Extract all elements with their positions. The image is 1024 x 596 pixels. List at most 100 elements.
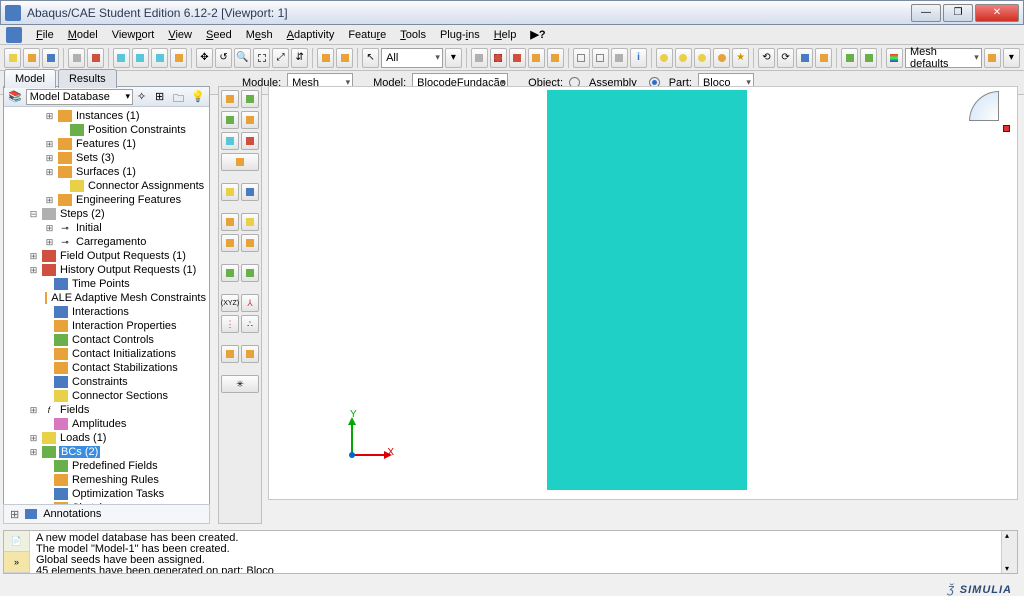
sheet1-button[interactable] bbox=[796, 48, 813, 68]
menu-mesh[interactable]: Mesh bbox=[240, 27, 279, 43]
layer1-button[interactable] bbox=[841, 48, 858, 68]
pal-e2[interactable] bbox=[241, 183, 259, 201]
main-toolbar: ✥ ↺ 🔍 ⤢ ⇵ ↖ All ▾ i ★ ⟲ ⟳ Mesh defaults … bbox=[0, 45, 1024, 71]
pal-c1[interactable] bbox=[221, 132, 239, 150]
tree-collapse-icon[interactable]: ⊞ bbox=[155, 90, 169, 104]
tree-tip-icon[interactable]: 💡 bbox=[191, 90, 205, 104]
pan-button[interactable]: ✥ bbox=[196, 48, 213, 68]
context-help-icon[interactable]: ▶? bbox=[530, 28, 545, 41]
tab-model[interactable]: Model bbox=[4, 69, 56, 88]
menu-file[interactable]: FFileile bbox=[30, 27, 60, 43]
pal-f1[interactable] bbox=[221, 213, 239, 231]
perspective2-button[interactable] bbox=[336, 48, 353, 68]
color-map-button[interactable] bbox=[886, 48, 903, 68]
zoom-box-button[interactable] bbox=[253, 48, 270, 68]
tree-expand-icon[interactable]: ✧ bbox=[137, 90, 151, 104]
c1-button[interactable] bbox=[656, 48, 673, 68]
view-compass[interactable] bbox=[969, 91, 1007, 129]
pal-e1[interactable] bbox=[221, 183, 239, 201]
render-select[interactable]: Mesh defaults bbox=[905, 48, 982, 68]
sel2-button[interactable] bbox=[490, 48, 507, 68]
info-button[interactable]: i bbox=[630, 48, 647, 68]
u1-button[interactable]: ⟲ bbox=[758, 48, 775, 68]
pal-b2[interactable] bbox=[241, 111, 259, 129]
tree-source-select[interactable]: Model Database bbox=[26, 89, 133, 105]
view2-button[interactable] bbox=[132, 48, 149, 68]
pal-i1[interactable]: (XYZ) bbox=[221, 294, 239, 312]
pal-a2[interactable] bbox=[241, 90, 259, 108]
message-scrollbar[interactable] bbox=[1001, 531, 1017, 573]
sel3-button[interactable] bbox=[509, 48, 526, 68]
cycle-button[interactable]: ⇵ bbox=[291, 48, 308, 68]
menu-adaptivity[interactable]: Adaptivity bbox=[281, 27, 341, 43]
save-button[interactable] bbox=[42, 48, 59, 68]
disp3-button[interactable] bbox=[611, 48, 628, 68]
sel1-button[interactable] bbox=[471, 48, 488, 68]
menu-viewport[interactable]: Viewport bbox=[106, 27, 161, 43]
view4-button[interactable] bbox=[170, 48, 187, 68]
star-button[interactable]: ★ bbox=[732, 48, 749, 68]
render-opt-button[interactable] bbox=[984, 48, 1001, 68]
tab-results[interactable]: Results bbox=[58, 69, 117, 88]
pal-a1[interactable] bbox=[221, 90, 239, 108]
disp1-button[interactable] bbox=[573, 48, 590, 68]
c4-button[interactable] bbox=[713, 48, 730, 68]
select-mode-button[interactable]: ↖ bbox=[362, 48, 379, 68]
sel5-button[interactable] bbox=[547, 48, 564, 68]
filter-opt-button[interactable]: ▾ bbox=[445, 48, 462, 68]
perspective1-button[interactable] bbox=[317, 48, 334, 68]
menu-help[interactable]: Help bbox=[488, 27, 523, 43]
pal-c2[interactable] bbox=[241, 132, 259, 150]
close-button[interactable]: ✕ bbox=[975, 4, 1019, 22]
view3-button[interactable] bbox=[151, 48, 168, 68]
brand-label: ǯ SIMULIA bbox=[948, 581, 1012, 596]
c2-button[interactable] bbox=[675, 48, 692, 68]
sheet2-button[interactable] bbox=[815, 48, 832, 68]
disp2-button[interactable] bbox=[592, 48, 609, 68]
toggle-grid-button[interactable] bbox=[87, 48, 104, 68]
msg-log-button[interactable]: 📄 bbox=[4, 531, 29, 552]
view1-button[interactable] bbox=[113, 48, 130, 68]
menu-plugins[interactable]: Plug-ins bbox=[434, 27, 486, 43]
minimize-button[interactable]: — bbox=[911, 4, 941, 22]
pal-b1[interactable] bbox=[221, 111, 239, 129]
part-geometry[interactable] bbox=[547, 90, 747, 490]
pal-j2[interactable]: ∴ bbox=[241, 315, 259, 333]
pal-d[interactable] bbox=[221, 153, 259, 171]
model-tree[interactable]: ⊞Instances (1) Position Constraints ⊞Fea… bbox=[4, 107, 209, 523]
pal-g1[interactable] bbox=[221, 234, 239, 252]
pal-l[interactable]: ✳ bbox=[221, 375, 259, 393]
viewport[interactable]: YX bbox=[268, 86, 1018, 500]
filter-select[interactable]: All bbox=[381, 48, 443, 68]
u2-button[interactable]: ⟳ bbox=[777, 48, 794, 68]
maximize-button[interactable]: ❐ bbox=[943, 4, 973, 22]
menu-seed[interactable]: Seed bbox=[200, 27, 238, 43]
print-button[interactable] bbox=[68, 48, 85, 68]
fit-button[interactable]: ⤢ bbox=[272, 48, 289, 68]
pal-f2[interactable] bbox=[241, 213, 259, 231]
menu-model[interactable]: Model bbox=[62, 27, 104, 43]
pal-k2[interactable] bbox=[241, 345, 259, 363]
model-tree-panel: 📚 Model Database ✧ ⊞ 🗀 💡 ⊞Instances (1) … bbox=[3, 86, 210, 524]
annotations-row[interactable]: ⊞ Annotations bbox=[3, 504, 210, 524]
pal-j1[interactable]: ⋮ bbox=[221, 315, 239, 333]
new-button[interactable] bbox=[4, 48, 21, 68]
menu-view[interactable]: View bbox=[162, 27, 198, 43]
c3-button[interactable] bbox=[694, 48, 711, 68]
annotations-icon bbox=[25, 509, 37, 519]
pal-i2[interactable]: ⅄ bbox=[241, 294, 259, 312]
tree-filter-icon[interactable]: 🗀 bbox=[173, 90, 187, 104]
menu-tools[interactable]: Tools bbox=[394, 27, 432, 43]
open-button[interactable] bbox=[23, 48, 40, 68]
layer2-button[interactable] bbox=[860, 48, 877, 68]
rotate-button[interactable]: ↺ bbox=[215, 48, 232, 68]
msg-cmd-button[interactable]: » bbox=[4, 552, 29, 573]
zoom-button[interactable]: 🔍 bbox=[234, 48, 251, 68]
pal-h1[interactable] bbox=[221, 264, 239, 282]
pal-g2[interactable] bbox=[241, 234, 259, 252]
pal-k1[interactable] bbox=[221, 345, 239, 363]
menu-feature[interactable]: Feature bbox=[342, 27, 392, 43]
render-drop-button[interactable]: ▾ bbox=[1003, 48, 1020, 68]
sel4-button[interactable] bbox=[528, 48, 545, 68]
pal-h2[interactable] bbox=[241, 264, 259, 282]
